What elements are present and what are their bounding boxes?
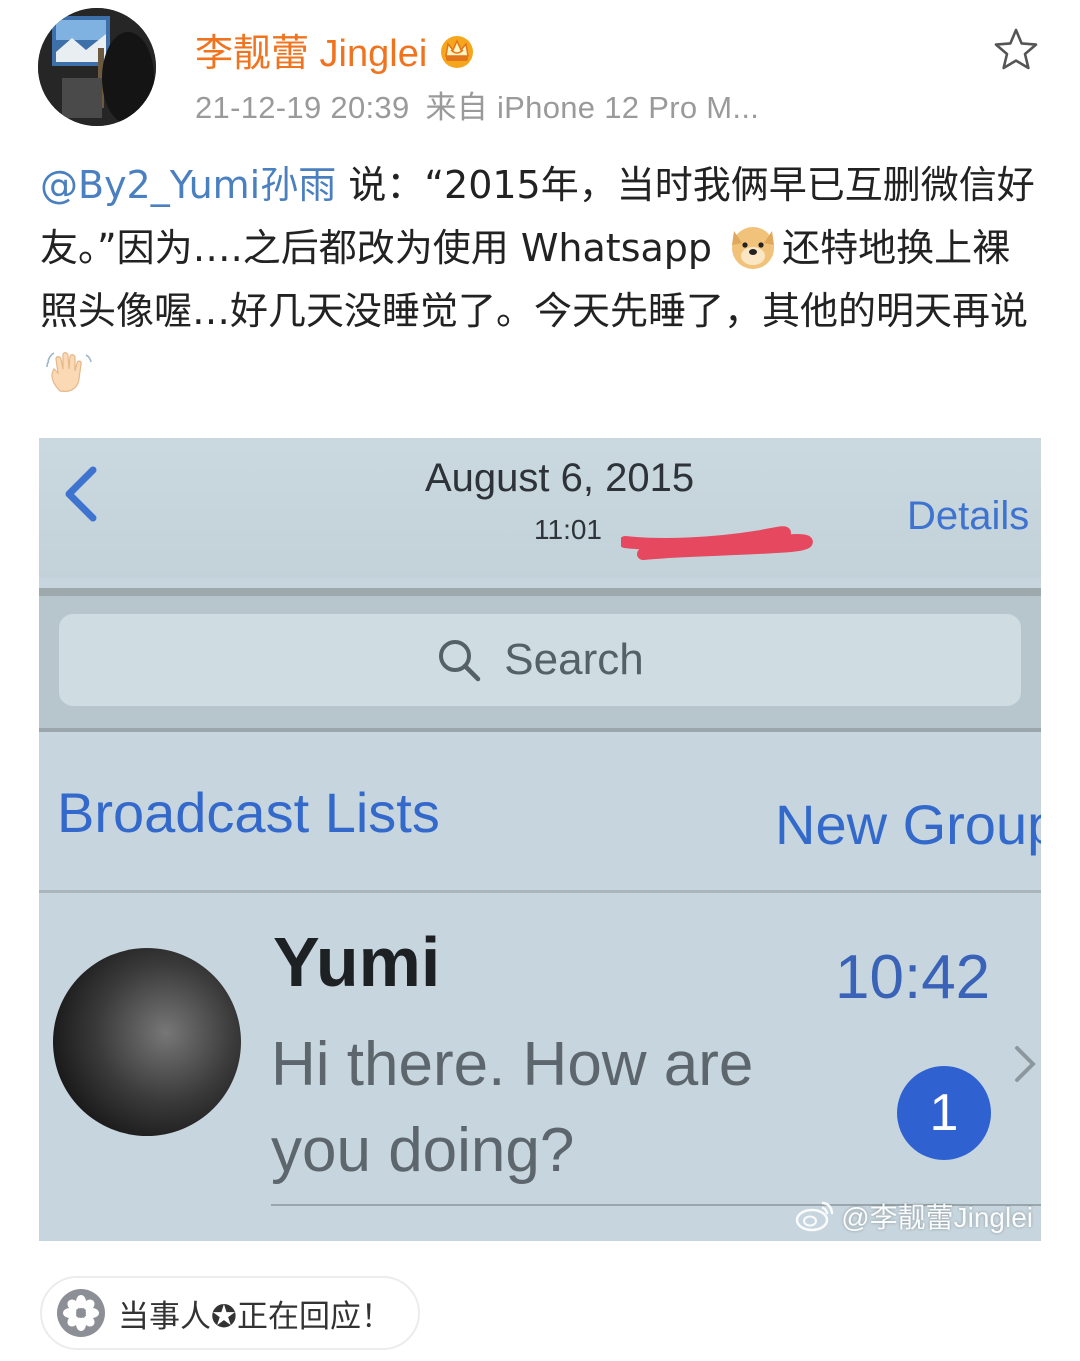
- topic-flower-icon: [57, 1289, 105, 1337]
- topic-label: 当事人✪正在回应！: [118, 1298, 392, 1335]
- post-timestamp: 21-12-19 20:39: [195, 90, 410, 125]
- post-meta: 21-12-19 20:39 来自 iPhone 12 Pro M...: [195, 82, 759, 127]
- photo-time: 11:01: [534, 514, 602, 545]
- author-name[interactable]: 李靓蕾 Jinglei: [195, 22, 427, 77]
- chat-time: 10:42: [835, 943, 991, 1012]
- favorite-star-icon[interactable]: [992, 26, 1040, 74]
- photo-details-label: Details: [907, 494, 1030, 538]
- photo-search-bar: Search: [59, 614, 1021, 706]
- photo-search-placeholder: Search: [504, 635, 644, 684]
- topic-tag-button[interactable]: 当事人✪正在回应！: [40, 1276, 420, 1350]
- avatar-photo: [38, 8, 156, 126]
- photo-date: August 6, 2015: [425, 456, 695, 500]
- post-image[interactable]: August 6, 2015 11:01 Details Search Broa…: [39, 438, 1041, 1241]
- weibo-watermark: @李靓蕾Jinglei: [795, 1196, 1033, 1236]
- back-chevron-icon: [65, 466, 97, 522]
- chevron-right-icon: [1015, 1046, 1036, 1082]
- chat-contact-name: Yumi: [273, 923, 441, 1001]
- divider: [39, 728, 1041, 732]
- doge-emoji-icon: [732, 227, 775, 269]
- weibo-logo-icon: [795, 1201, 834, 1232]
- photo-new-group: New Group: [775, 793, 1041, 856]
- divider: [39, 588, 1041, 596]
- red-highlight-mark: [621, 526, 813, 560]
- waving-hand-icon: [46, 352, 92, 392]
- watermark-text: @李靓蕾Jinglei: [841, 1202, 1033, 1233]
- photo-broadcast-lists: Broadcast Lists: [57, 781, 440, 844]
- author-avatar[interactable]: [38, 8, 156, 126]
- unread-badge: 1: [897, 1066, 991, 1160]
- chat-message-preview: Hi there. How are you doing?: [271, 1030, 754, 1185]
- post-source: 来自 iPhone 12 Pro M...: [425, 90, 760, 125]
- author-name-row[interactable]: 李靓蕾 Jinglei: [195, 22, 477, 77]
- crown-icon: [441, 35, 474, 68]
- chat-contact-avatar: [53, 948, 241, 1136]
- mention-link[interactable]: @By2_Yumi孙雨: [40, 163, 336, 207]
- search-icon: [439, 640, 481, 682]
- post-body: @By2_Yumi孙雨 说：“2015年，当时我俩早已互删微信好友。”因为….之…: [40, 154, 1045, 406]
- divider: [39, 890, 1041, 893]
